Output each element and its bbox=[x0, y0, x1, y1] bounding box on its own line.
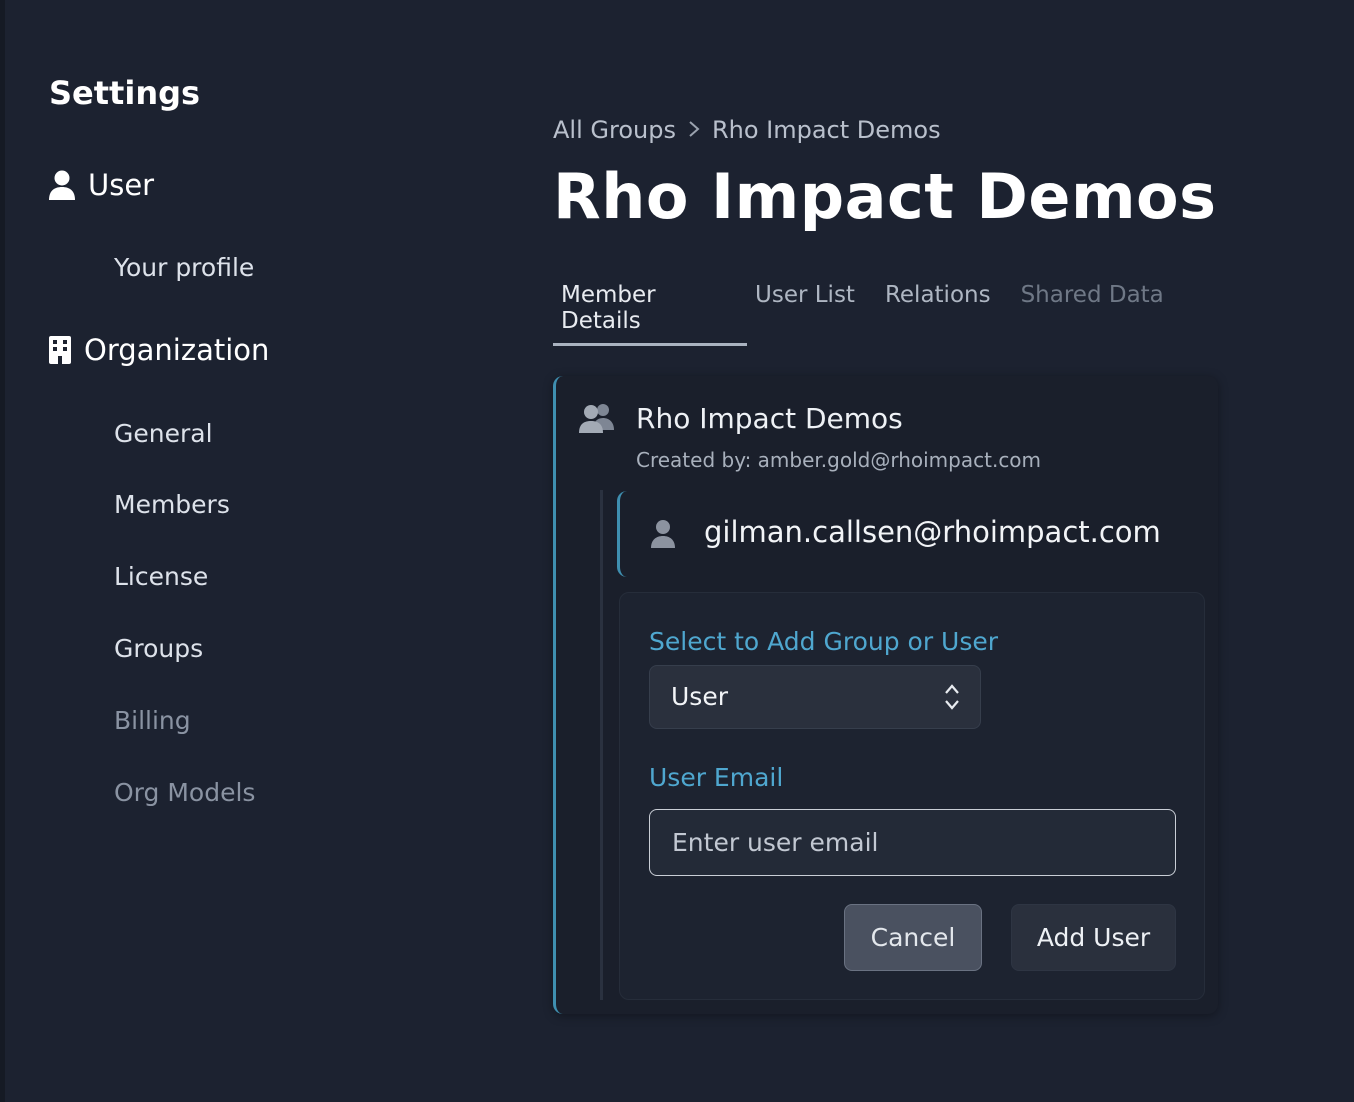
sidebar-item-license[interactable]: License bbox=[114, 562, 208, 591]
user-email-input[interactable] bbox=[649, 809, 1176, 876]
tab-bar: Member Details User List Relations Share… bbox=[553, 282, 1186, 346]
type-select-value: User bbox=[671, 682, 728, 711]
type-select-label: Select to Add Group or User bbox=[649, 627, 999, 656]
sidebar-item-org-models[interactable]: Org Models bbox=[114, 778, 255, 807]
group-name: Rho Impact Demos bbox=[636, 402, 903, 435]
group-created-by: Created by: amber.gold@rhoimpact.com bbox=[636, 448, 1042, 472]
add-member-panel: Select to Add Group or User User User Em… bbox=[619, 592, 1205, 1000]
breadcrumb-current: Rho Impact Demos bbox=[711, 116, 941, 144]
sidebar-item-general[interactable]: General bbox=[114, 419, 213, 448]
chevron-up-down-icon bbox=[944, 683, 960, 715]
sidebar-title: Settings bbox=[49, 74, 201, 112]
breadcrumb-all-groups[interactable]: All Groups bbox=[553, 116, 676, 144]
user-icon bbox=[48, 169, 76, 201]
sidebar-item-your-profile[interactable]: Your profile bbox=[114, 253, 254, 282]
page-title: Rho Impact Demos bbox=[553, 160, 1217, 233]
group-card: Rho Impact Demos Created by: amber.gold@… bbox=[553, 376, 1218, 1014]
tab-shared-data[interactable]: Shared Data bbox=[1013, 282, 1186, 346]
cancel-button[interactable]: Cancel bbox=[844, 904, 982, 971]
type-select[interactable]: User bbox=[649, 665, 981, 729]
tab-relations[interactable]: Relations bbox=[877, 282, 1013, 346]
window-edge bbox=[0, 0, 5, 1102]
sidebar-section-label: Organization bbox=[84, 333, 270, 367]
chevron-right-icon bbox=[688, 116, 700, 144]
sidebar-section-label: User bbox=[88, 168, 155, 202]
sidebar-section-organization: Organization bbox=[48, 333, 269, 367]
settings-page: Settings User Your profile Organization … bbox=[0, 0, 1354, 1102]
users-icon bbox=[578, 402, 616, 438]
sidebar-item-members[interactable]: Members bbox=[114, 490, 230, 519]
breadcrumb: All Groups Rho Impact Demos bbox=[553, 116, 941, 144]
tree-connector bbox=[600, 490, 603, 1000]
building-icon bbox=[48, 335, 72, 365]
add-user-button[interactable]: Add User bbox=[1011, 904, 1176, 971]
user-email-label: User Email bbox=[649, 763, 784, 792]
tab-member-details[interactable]: Member Details bbox=[553, 282, 747, 346]
member-email: gilman.callsen@rhoimpact.com bbox=[704, 515, 1161, 549]
sidebar-section-user: User bbox=[48, 168, 154, 202]
user-icon bbox=[650, 519, 676, 553]
tab-user-list[interactable]: User List bbox=[747, 282, 877, 346]
member-row[interactable]: gilman.callsen@rhoimpact.com bbox=[617, 491, 1202, 577]
sidebar-item-groups[interactable]: Groups bbox=[114, 634, 203, 663]
sidebar-item-billing[interactable]: Billing bbox=[114, 706, 191, 735]
